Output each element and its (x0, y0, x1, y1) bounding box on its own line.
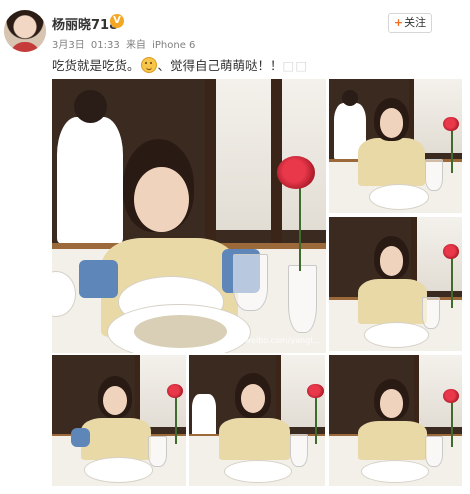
weibo-post-card: 杨丽晓718 V 3月3日 01:33 来自 iPhone 6 +关注 吃货就是… (0, 0, 470, 494)
water-glass (424, 159, 443, 191)
girl-shirt (358, 137, 425, 187)
rose-stem (451, 124, 454, 173)
girl-shirt (218, 417, 290, 460)
red-rose (443, 243, 460, 259)
red-rose (276, 155, 316, 189)
post-date[interactable]: 3月3日 (52, 40, 85, 51)
plate (360, 459, 430, 483)
rose-stem (451, 257, 454, 309)
girl-face (379, 246, 404, 276)
post-source[interactable]: iPhone 6 (152, 40, 195, 51)
post-text-tail: □□ (282, 58, 309, 73)
girl-shirt (358, 420, 428, 460)
avatar[interactable] (4, 10, 46, 52)
source-prefix: 来自 (125, 40, 146, 51)
post-meta: 3月3日 01:33 来自 iPhone 6 (52, 36, 198, 51)
water-glass (289, 433, 308, 468)
plate (368, 183, 430, 210)
girl-face (379, 389, 404, 418)
window-frame (205, 79, 217, 244)
girl-sleeve (70, 428, 90, 447)
follow-button[interactable]: +关注 (388, 13, 432, 33)
plate (363, 321, 430, 348)
red-rose (307, 383, 324, 399)
water-glass (232, 254, 268, 312)
post-text-rest: 、觉得自己萌萌哒！！ (157, 58, 283, 73)
girl-shirt (358, 278, 428, 325)
photo-1[interactable]: weibo.com/yangl... (52, 79, 326, 353)
post-text-main: 吃货就是吃货。 (52, 58, 140, 73)
girl-face (379, 108, 404, 138)
photo-watermark: weibo.com/yangl... (244, 336, 320, 345)
girl-sleeve (79, 259, 118, 299)
plate (84, 457, 154, 483)
rose-stem (315, 394, 318, 445)
photo-5[interactable] (189, 355, 325, 486)
photo-4[interactable] (52, 355, 186, 486)
water-glass (287, 265, 318, 334)
rose-stem (175, 394, 178, 445)
verified-v-icon: V (110, 14, 124, 28)
waiter (57, 117, 124, 244)
water-glass (148, 436, 167, 468)
photo-3[interactable] (329, 217, 462, 351)
embarrassed-face-icon (140, 57, 157, 73)
post-time[interactable]: 01:33 (91, 40, 120, 51)
waiter (191, 394, 217, 439)
girl-face (240, 383, 266, 413)
plate (224, 459, 292, 483)
plus-icon: + (393, 16, 404, 29)
photo-2[interactable] (329, 79, 462, 213)
water-glass (422, 297, 441, 329)
waiter-head (342, 89, 359, 106)
user-name[interactable]: 杨丽晓718 (52, 14, 118, 33)
follow-label: 关注 (404, 16, 427, 29)
waiter-head (73, 89, 107, 123)
photo-6[interactable] (329, 355, 462, 486)
window (210, 79, 326, 230)
girl-face (134, 166, 189, 233)
water-glass (424, 436, 443, 468)
post-text: 吃货就是吃货。 、觉得自己萌萌哒！！□□ (52, 57, 308, 74)
soup-bowl (134, 314, 228, 348)
window (414, 79, 462, 153)
girl-shirt (81, 417, 152, 460)
rose-stem (451, 399, 454, 447)
